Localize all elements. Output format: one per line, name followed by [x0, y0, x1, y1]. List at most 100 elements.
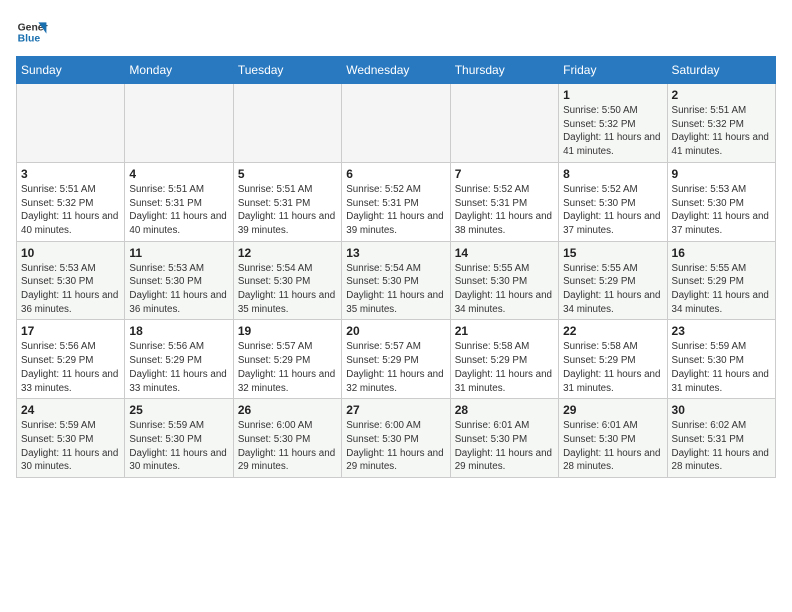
calendar-cell: 4Sunrise: 5:51 AM Sunset: 5:31 PM Daylig…	[125, 162, 233, 241]
calendar-cell: 12Sunrise: 5:54 AM Sunset: 5:30 PM Dayli…	[233, 241, 341, 320]
calendar-cell: 2 Sunrise: 5:51 AM Sunset: 5:32 PM Daylig…	[667, 84, 775, 163]
day-number: 6	[346, 167, 445, 181]
weekday-header: Tuesday	[233, 57, 341, 84]
day-info: Sunrise: 5:53 AM Sunset: 5:30 PM Dayligh…	[672, 183, 771, 238]
calendar-cell: 6 Sunrise: 5:52 AM Sunset: 5:31 PM Daylig…	[342, 162, 450, 241]
weekday-header: Saturday	[667, 57, 775, 84]
calendar-cell: 29 Sunrise: 6:01 AM Sunset: 5:30 PM Dayli…	[559, 399, 667, 478]
logo: General Blue	[16, 16, 48, 48]
day-info: Sunrise: 5:53 AM Sunset: 5:30 PM Dayligh…	[21, 262, 120, 317]
calendar-week-row: 17 Sunrise: 5:56 AM Sunset: 5:29 PM Dayli…	[17, 320, 776, 399]
day-number: 3	[21, 167, 120, 181]
day-number: 21	[455, 324, 554, 338]
day-number: 17	[21, 324, 120, 338]
day-number: 8	[563, 167, 662, 181]
day-info: Sunrise: 5:51 AM Sunset: 5:31 PM Dayligh…	[238, 183, 337, 238]
day-info: Sunrise: 5:54 AM Sunset: 5:30 PM Dayligh…	[346, 262, 445, 317]
svg-text:Blue: Blue	[18, 34, 41, 45]
day-info: Sunrise: 5:52 AM Sunset: 5:30 PM Dayligh…	[563, 183, 662, 238]
calendar-cell	[125, 84, 233, 163]
calendar-cell: 18 Sunrise: 5:56 AM Sunset: 5:29 PM Dayli…	[125, 320, 233, 399]
day-number: 22	[563, 324, 662, 338]
day-info: Sunrise: 5:57 AM Sunset: 5:29 PM Dayligh…	[346, 340, 445, 395]
day-number: 25	[129, 403, 228, 417]
day-info: Sunrise: 5:55 AM Sunset: 5:29 PM Dayligh…	[563, 262, 662, 317]
day-number: 11	[129, 246, 228, 260]
day-number: 7	[455, 167, 554, 181]
calendar-cell: 13 Sunrise: 5:54 AM Sunset: 5:30 PM Dayli…	[342, 241, 450, 320]
calendar-cell: 26 Sunrise: 6:00 AM Sunset: 5:30 PM Dayli…	[233, 399, 341, 478]
day-number: 19	[238, 324, 337, 338]
day-number: 15	[563, 246, 662, 260]
weekday-header: Friday	[559, 57, 667, 84]
calendar-week-row: 3Sunrise: 5:51 AM Sunset: 5:32 PM Daylig…	[17, 162, 776, 241]
calendar-header: SundayMondayTuesdayWednesdayThursdayFrid…	[17, 57, 776, 84]
day-number: 29	[563, 403, 662, 417]
day-number: 9	[672, 167, 771, 181]
day-info: Sunrise: 5:59 AM Sunset: 5:30 PM Dayligh…	[21, 419, 120, 474]
day-info: Sunrise: 6:00 AM Sunset: 5:30 PM Dayligh…	[346, 419, 445, 474]
weekday-row: SundayMondayTuesdayWednesdayThursdayFrid…	[17, 57, 776, 84]
calendar-cell	[450, 84, 558, 163]
calendar-cell: 21 Sunrise: 5:58 AM Sunset: 5:29 PM Dayli…	[450, 320, 558, 399]
day-info: Sunrise: 5:51 AM Sunset: 5:31 PM Dayligh…	[129, 183, 228, 238]
calendar-cell: 9 Sunrise: 5:53 AM Sunset: 5:30 PM Daylig…	[667, 162, 775, 241]
calendar-cell: 30 Sunrise: 6:02 AM Sunset: 5:31 PM Dayli…	[667, 399, 775, 478]
calendar-week-row: 24 Sunrise: 5:59 AM Sunset: 5:30 PM Dayli…	[17, 399, 776, 478]
day-number: 16	[672, 246, 771, 260]
day-info: Sunrise: 6:02 AM Sunset: 5:31 PM Dayligh…	[672, 419, 771, 474]
calendar-cell: 24 Sunrise: 5:59 AM Sunset: 5:30 PM Dayli…	[17, 399, 125, 478]
day-info: Sunrise: 5:57 AM Sunset: 5:29 PM Dayligh…	[238, 340, 337, 395]
calendar-cell: 1 Sunrise: 5:50 AM Sunset: 5:32 PM Daylig…	[559, 84, 667, 163]
day-number: 2	[672, 88, 771, 102]
day-info: Sunrise: 5:58 AM Sunset: 5:29 PM Dayligh…	[455, 340, 554, 395]
day-info: Sunrise: 5:58 AM Sunset: 5:29 PM Dayligh…	[563, 340, 662, 395]
day-number: 24	[21, 403, 120, 417]
day-number: 5	[238, 167, 337, 181]
day-number: 23	[672, 324, 771, 338]
day-number: 13	[346, 246, 445, 260]
calendar-cell: 20Sunrise: 5:57 AM Sunset: 5:29 PM Dayli…	[342, 320, 450, 399]
weekday-header: Thursday	[450, 57, 558, 84]
logo-icon: General Blue	[16, 16, 48, 48]
calendar-cell: 5 Sunrise: 5:51 AM Sunset: 5:31 PM Daylig…	[233, 162, 341, 241]
calendar-cell: 23 Sunrise: 5:59 AM Sunset: 5:30 PM Dayli…	[667, 320, 775, 399]
day-info: Sunrise: 5:59 AM Sunset: 5:30 PM Dayligh…	[672, 340, 771, 395]
calendar-cell: 25 Sunrise: 5:59 AM Sunset: 5:30 PM Dayli…	[125, 399, 233, 478]
day-info: Sunrise: 6:00 AM Sunset: 5:30 PM Dayligh…	[238, 419, 337, 474]
day-info: Sunrise: 5:55 AM Sunset: 5:29 PM Dayligh…	[672, 262, 771, 317]
calendar-cell: 27 Sunrise: 6:00 AM Sunset: 5:30 PM Dayli…	[342, 399, 450, 478]
day-info: Sunrise: 5:51 AM Sunset: 5:32 PM Dayligh…	[672, 104, 771, 159]
day-number: 30	[672, 403, 771, 417]
page-header: General Blue	[16, 16, 776, 48]
day-number: 12	[238, 246, 337, 260]
weekday-header: Sunday	[17, 57, 125, 84]
calendar-cell: 8 Sunrise: 5:52 AM Sunset: 5:30 PM Daylig…	[559, 162, 667, 241]
calendar-cell: 7 Sunrise: 5:52 AM Sunset: 5:31 PM Daylig…	[450, 162, 558, 241]
day-info: Sunrise: 5:50 AM Sunset: 5:32 PM Dayligh…	[563, 104, 662, 159]
calendar-cell	[17, 84, 125, 163]
day-info: Sunrise: 6:01 AM Sunset: 5:30 PM Dayligh…	[563, 419, 662, 474]
day-info: Sunrise: 5:55 AM Sunset: 5:30 PM Dayligh…	[455, 262, 554, 317]
day-info: Sunrise: 6:01 AM Sunset: 5:30 PM Dayligh…	[455, 419, 554, 474]
calendar-cell	[342, 84, 450, 163]
day-info: Sunrise: 5:52 AM Sunset: 5:31 PM Dayligh…	[455, 183, 554, 238]
calendar-cell: 3Sunrise: 5:51 AM Sunset: 5:32 PM Daylig…	[17, 162, 125, 241]
day-number: 28	[455, 403, 554, 417]
calendar-cell	[233, 84, 341, 163]
day-number: 1	[563, 88, 662, 102]
calendar-week-row: 10Sunrise: 5:53 AM Sunset: 5:30 PM Dayli…	[17, 241, 776, 320]
day-number: 18	[129, 324, 228, 338]
day-info: Sunrise: 5:59 AM Sunset: 5:30 PM Dayligh…	[129, 419, 228, 474]
calendar-table: SundayMondayTuesdayWednesdayThursdayFrid…	[16, 56, 776, 478]
calendar-cell: 14 Sunrise: 5:55 AM Sunset: 5:30 PM Dayli…	[450, 241, 558, 320]
day-number: 14	[455, 246, 554, 260]
day-info: Sunrise: 5:53 AM Sunset: 5:30 PM Dayligh…	[129, 262, 228, 317]
day-number: 27	[346, 403, 445, 417]
day-info: Sunrise: 5:52 AM Sunset: 5:31 PM Dayligh…	[346, 183, 445, 238]
day-number: 26	[238, 403, 337, 417]
day-info: Sunrise: 5:56 AM Sunset: 5:29 PM Dayligh…	[129, 340, 228, 395]
calendar-cell: 10Sunrise: 5:53 AM Sunset: 5:30 PM Dayli…	[17, 241, 125, 320]
calendar-cell: 28 Sunrise: 6:01 AM Sunset: 5:30 PM Dayli…	[450, 399, 558, 478]
calendar-cell: 22 Sunrise: 5:58 AM Sunset: 5:29 PM Dayli…	[559, 320, 667, 399]
